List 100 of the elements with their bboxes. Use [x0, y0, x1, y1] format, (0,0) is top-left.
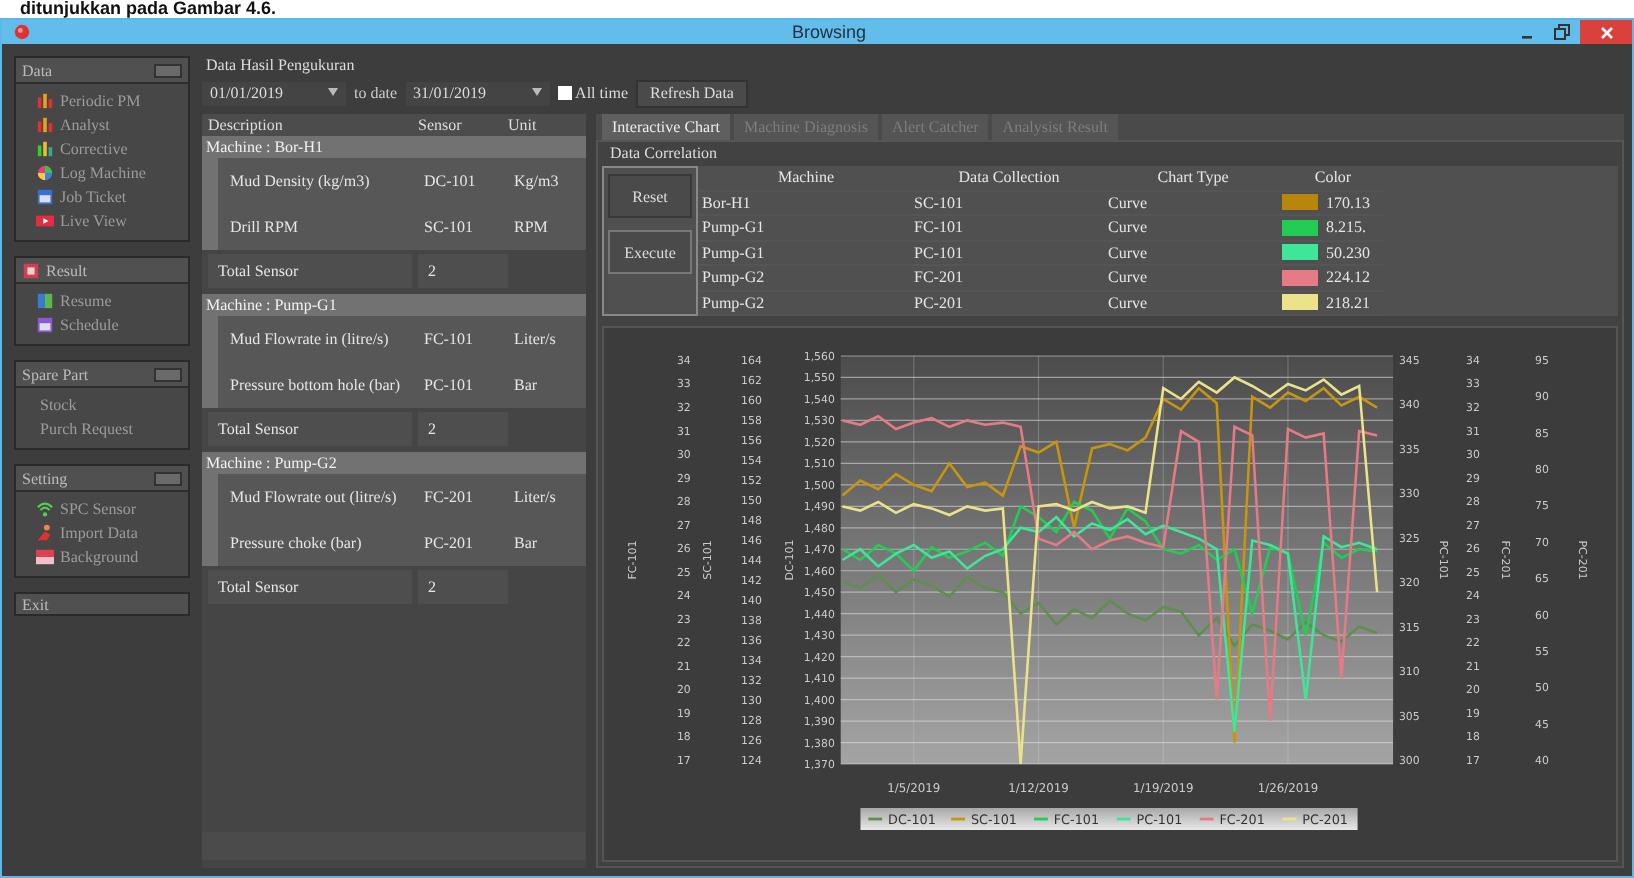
restore-icon — [1554, 24, 1570, 40]
table-cell-text: FC-201 — [912, 268, 965, 287]
table-cell-text: FC-101 — [422, 330, 475, 348]
caret-icon — [328, 87, 338, 99]
table-cell-text: Pump-G2 — [700, 293, 767, 312]
collapse-button[interactable] — [154, 471, 182, 485]
collapse-button[interactable] — [154, 367, 182, 381]
sidebar-item[interactable]: Log Machine — [36, 162, 188, 184]
gradient-icon — [36, 548, 54, 566]
sidebar-item[interactable]: Live View — [36, 210, 188, 232]
sidebar-item[interactable]: Resume — [36, 290, 188, 312]
table-cell-text: Drill RPM — [228, 218, 301, 236]
table-cell-text: Liter/s — [512, 488, 558, 506]
table-cell-text: 218.21 — [1324, 293, 1370, 312]
bar-chart-icon — [36, 92, 54, 110]
table-cell: Total Sensor — [208, 412, 412, 446]
table-cell-text: SC-101 — [912, 193, 965, 212]
bar-chart-icon — [36, 140, 54, 158]
date-field[interactable]: 31/01/2019 — [405, 81, 550, 105]
table-cell-text: Curve — [1106, 268, 1150, 287]
color-swatch[interactable] — [1282, 269, 1318, 286]
close-button[interactable] — [1580, 20, 1632, 44]
figure-icon — [36, 524, 54, 542]
table-cell-text: PC-201 — [422, 534, 475, 552]
execute-button[interactable]: Execute — [608, 230, 692, 274]
table-cell-text: Mud Flowrate out (litre/s) — [228, 488, 399, 506]
table-cell-text: SC-101 — [422, 218, 475, 236]
column-header: Sensor — [416, 116, 464, 134]
checkbox[interactable] — [557, 86, 572, 100]
panel-title: Data — [22, 61, 53, 79]
sidebar-item[interactable]: Background — [36, 546, 188, 568]
table-cell: Total Sensor — [208, 570, 412, 604]
table-cell-text: Curve — [1106, 243, 1150, 262]
square-icon — [22, 261, 40, 279]
sidebar-item[interactable]: Periodic PM — [36, 90, 188, 112]
table-cell-text: Pressure bottom hole (bar) — [228, 376, 403, 394]
table-cell-text: Mud Flowrate in (litre/s) — [228, 330, 391, 348]
table-cell-text: Curve — [1106, 193, 1150, 212]
sidebar-item[interactable]: Import Data — [36, 522, 188, 544]
close-icon — [1599, 25, 1613, 39]
section-title: Data Correlation — [608, 142, 720, 166]
table-cell-text: 8.215. — [1324, 218, 1366, 237]
table-cell-text: FC-101 — [912, 218, 965, 237]
reset-button[interactable]: Reset — [608, 174, 692, 218]
group-row: Machine : Pump-G1 — [202, 294, 586, 316]
column-header: Unit — [506, 116, 539, 134]
sidebar-item[interactable]: Schedule — [36, 314, 188, 336]
wifi-icon — [36, 500, 54, 518]
table-cell-text: PC-101 — [422, 376, 475, 394]
exit-button[interactable]: Exit — [14, 592, 190, 616]
panel-title: Result — [46, 261, 87, 279]
table-cell: Total Sensor — [208, 254, 412, 288]
table-cell-text: 224.12 — [1324, 268, 1370, 287]
color-wheel-icon — [36, 164, 54, 182]
table-cell-text: Pump-G2 — [700, 268, 767, 287]
table-cell-text: Bar — [512, 534, 540, 552]
group-row: Machine : Pump-G2 — [202, 452, 586, 474]
column-header: Chart Type — [1155, 168, 1231, 187]
table-cell: 2 — [418, 412, 508, 446]
group-row: Machine : Bor-H1 — [202, 136, 586, 158]
tab[interactable]: Interactive Chart — [602, 114, 730, 140]
color-swatch[interactable] — [1282, 219, 1318, 236]
table-cell-text: Pump-G1 — [700, 218, 767, 237]
date-field[interactable]: 01/01/2019 — [202, 81, 346, 105]
table-cell-text: Curve — [1106, 218, 1150, 237]
table-cell-text: RPM — [512, 218, 550, 236]
color-swatch[interactable] — [1282, 294, 1318, 311]
table-cell-text: 50.230 — [1324, 243, 1370, 262]
caret-icon — [531, 87, 542, 99]
window-title: Browsing — [792, 20, 867, 44]
table-cell-text: Pressure choke (bar) — [228, 534, 364, 552]
sidebar-item[interactable]: Job Ticket — [36, 186, 188, 208]
color-swatch[interactable] — [1282, 244, 1318, 261]
sidebar-item[interactable]: Corrective — [36, 138, 188, 160]
column-header: Machine — [776, 168, 836, 187]
tile-icon — [36, 292, 54, 310]
table-cell-text: Kg/m3 — [512, 172, 561, 190]
collapse-button[interactable] — [154, 63, 182, 77]
table-cell-text: PC-101 — [912, 243, 965, 262]
table-cell: 2 — [418, 570, 508, 604]
panel-title: Spare Part — [22, 365, 89, 383]
table-cell-text: Liter/s — [512, 330, 558, 348]
video-icon — [36, 212, 54, 230]
sidebar-item[interactable]: Purch Request — [36, 418, 188, 440]
sidebar-item[interactable]: Analyst — [36, 114, 188, 136]
table-cell: 2 — [418, 254, 508, 288]
color-swatch[interactable] — [1282, 194, 1318, 211]
calendar-icon — [36, 188, 54, 206]
table-cell-text: Pump-G1 — [700, 243, 767, 262]
calendar-icon — [36, 316, 54, 334]
sidebar-item[interactable]: Stock — [36, 394, 188, 416]
field-label: to date — [354, 84, 398, 102]
column-header: Data Collection — [956, 168, 1062, 187]
column-header: Color — [1312, 168, 1354, 187]
table-cell-text: FC-201 — [422, 488, 475, 506]
refresh-button[interactable]: Refresh Data — [636, 79, 748, 107]
table-cell-text: Mud Density (kg/m3) — [228, 172, 372, 190]
table-cell-text: Bar — [512, 376, 540, 394]
sidebar-item[interactable]: SPC Sensor — [36, 498, 188, 520]
table-cell-text: DC-101 — [422, 172, 478, 190]
